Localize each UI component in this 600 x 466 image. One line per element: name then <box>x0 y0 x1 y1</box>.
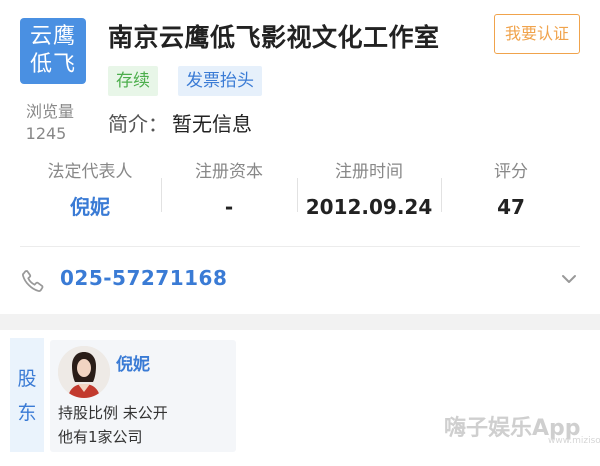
shareholder-companies: 他有1家公司 <box>58 428 143 446</box>
status-badge: 存续 <box>108 66 158 96</box>
phone-icon <box>20 268 46 294</box>
watermark: 嗨子娱乐App www.mizisoft.com <box>444 410 600 446</box>
intro-label: 简介： <box>108 112 168 136</box>
invoice-title-button[interactable]: 发票抬头 <box>178 66 262 96</box>
stat-label: 评分 <box>494 162 528 182</box>
views-label: 浏览量 <box>25 102 74 121</box>
phone-number[interactable]: 025-57271168 <box>60 266 227 290</box>
stat-legal-representative: 法定代表人 倪妮 <box>20 158 160 228</box>
shareholding-ratio: 持股比例 未公开 <box>58 404 168 422</box>
section-separator <box>0 314 600 330</box>
company-intro: 简介： 暂无信息 <box>108 108 252 137</box>
chevron-down-icon[interactable] <box>560 270 578 288</box>
tab-label-char: 东 <box>17 402 37 424</box>
avatar <box>58 346 110 398</box>
stat-label: 注册资本 <box>195 162 263 182</box>
logo-text-line2: 低飞 <box>29 52 76 77</box>
stat-value: 2012.09.24 <box>305 195 433 219</box>
company-name: 南京云鹰低飞影视文化工作室 <box>108 23 440 52</box>
watermark-sub: www.mizisoft.com <box>548 436 600 446</box>
divider <box>20 246 580 247</box>
intro-value: 暂无信息 <box>172 112 252 136</box>
verify-button[interactable]: 我要认证 <box>494 14 580 54</box>
stat-value: 47 <box>497 195 525 219</box>
shareholder-name[interactable]: 倪妮 <box>116 350 150 375</box>
stat-registration-date: 注册时间 2012.09.24 <box>298 158 440 228</box>
shareholders-tab[interactable]: 股 东 <box>10 338 44 452</box>
logo-text-line1: 云鹰 <box>29 24 76 49</box>
stat-label: 注册时间 <box>335 162 403 182</box>
stat-label: 法定代表人 <box>47 162 133 182</box>
views-count: 1245 <box>25 124 67 143</box>
shareholder-card[interactable]: 倪妮 持股比例 未公开 他有1家公司 <box>50 340 236 452</box>
company-logo: 云鹰 低飞 <box>20 18 86 84</box>
company-stats: 法定代表人 倪妮 注册资本 - 注册时间 2012.09.24 评分 47 <box>0 158 600 228</box>
legal-representative-link[interactable]: 倪妮 <box>20 194 160 220</box>
stat-registered-capital: 注册资本 - <box>162 158 296 228</box>
tab-label-char: 股 <box>17 368 37 390</box>
stat-score: 评分 47 <box>442 158 580 228</box>
stat-value: - <box>224 195 234 219</box>
phone-row[interactable]: 025-57271168 <box>20 262 580 298</box>
